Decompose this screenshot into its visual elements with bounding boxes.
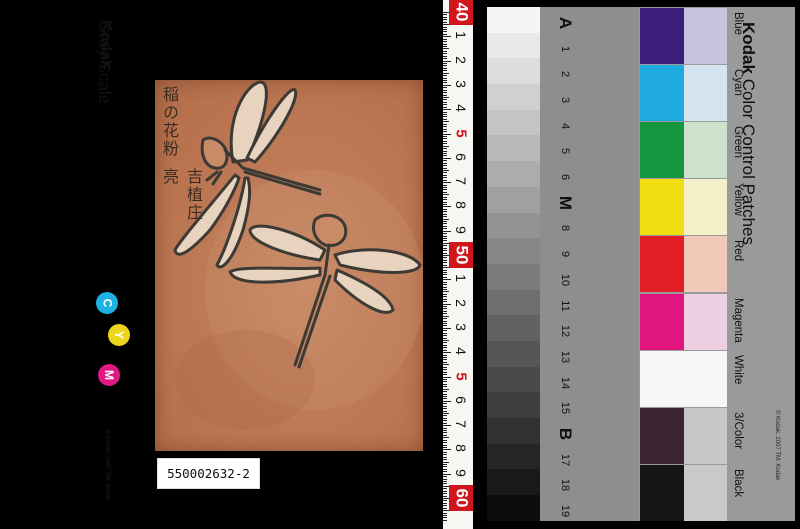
color-patch-label: Magenta xyxy=(732,297,744,343)
color-patch-red xyxy=(640,236,684,293)
color-patch-light xyxy=(684,464,727,521)
color-patch-light xyxy=(684,122,727,179)
color-card-copyright: © Kodak, 2007 TM: Kodak xyxy=(774,410,780,481)
color-patch-green xyxy=(640,122,684,179)
color-patch-label: Yellow xyxy=(732,183,744,217)
color-patch-light xyxy=(684,8,727,64)
color-patch-blue xyxy=(640,8,684,64)
color-patch-label: Blue xyxy=(732,12,744,36)
color-patch-label: Red xyxy=(732,240,744,262)
color-patch-light xyxy=(684,236,727,293)
color-patch-label: Black xyxy=(732,468,744,497)
color-patch-magenta xyxy=(640,293,684,350)
color-patches: Blue Cyan Green Yellow Red Magenta White 3/Colo… xyxy=(0,0,800,529)
color-patch-light xyxy=(684,293,727,350)
color-patch-light xyxy=(684,407,727,464)
color-patch-label: 3/Color xyxy=(732,411,744,449)
color-patch-light xyxy=(684,65,727,122)
color-patch-light xyxy=(684,179,727,236)
color-patch-label: Green xyxy=(732,126,744,159)
color-patch-white xyxy=(640,350,727,407)
color-patch-label: Cyan xyxy=(732,69,744,96)
color-patch-label: White xyxy=(732,354,744,384)
color-patch-cyan xyxy=(640,65,684,122)
color-patch-black xyxy=(640,464,684,521)
color-patch-yellow xyxy=(640,179,684,236)
color-patch-3-color xyxy=(640,407,684,464)
